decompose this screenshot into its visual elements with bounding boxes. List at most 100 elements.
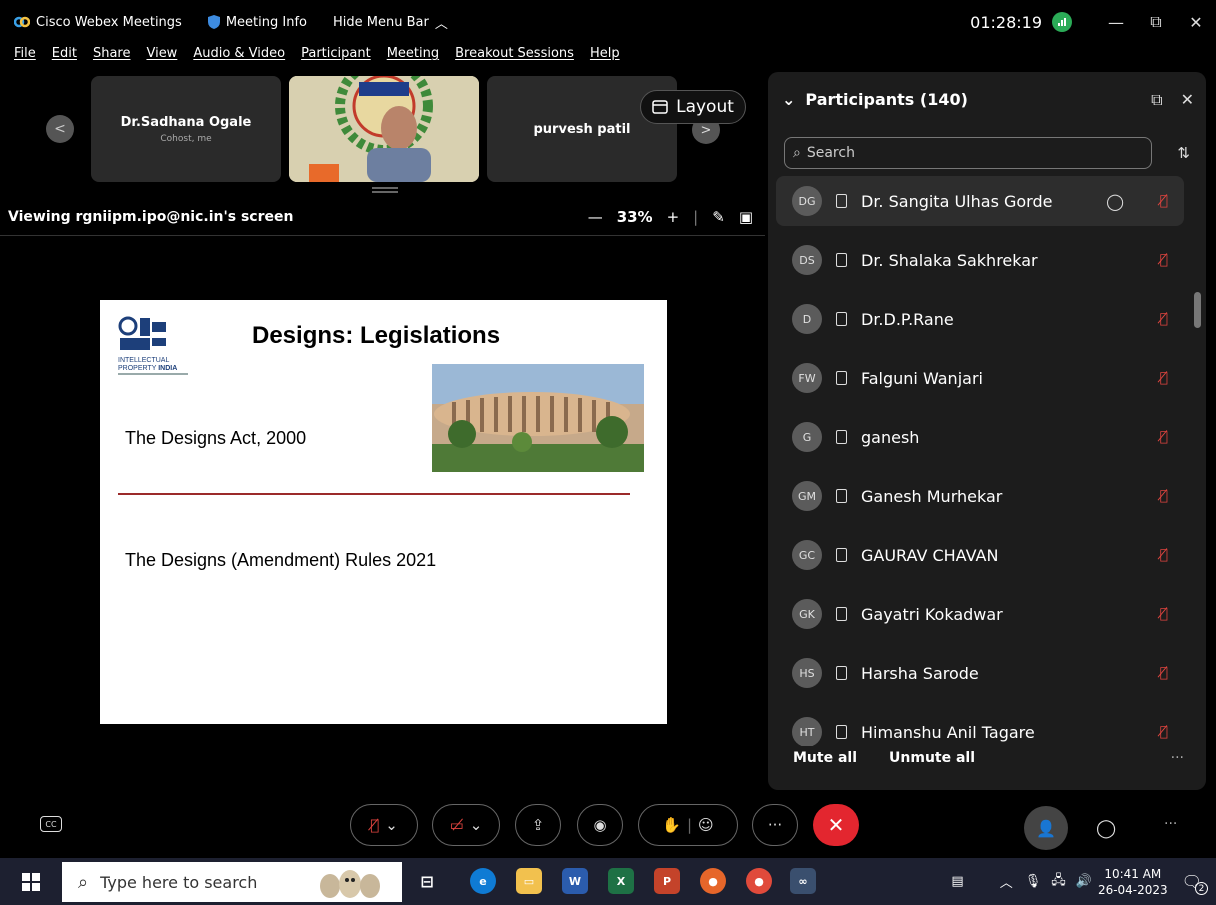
participant-row[interactable]: GK Gayatri Kokadwar 🎙̸ (776, 589, 1184, 639)
closed-captions-icon[interactable]: CC (40, 816, 62, 832)
menu-share[interactable]: Share (93, 46, 131, 68)
notification-icon[interactable]: 🗨 2 (1182, 872, 1208, 895)
raise-hand-icon[interactable]: ✋ (662, 816, 681, 834)
share-button[interactable]: ⇪ (515, 804, 561, 846)
popout-icon[interactable]: ⧉ (1151, 90, 1162, 110)
unmute-all-button[interactable]: Unmute all (889, 750, 975, 766)
muted-mic-icon[interactable]: 🎙̸ (1160, 429, 1168, 445)
more-options-icon[interactable]: ··· (1171, 750, 1184, 766)
reactions-group[interactable]: ✋ | ☺ (638, 804, 738, 846)
chat-button[interactable]: ◯ (1096, 818, 1116, 839)
menu-participant[interactable]: Participant (301, 46, 371, 68)
muted-mic-icon[interactable]: 🎙̸ (1160, 724, 1168, 740)
microphone-icon[interactable]: 🎙 (1025, 874, 1042, 889)
muted-mic-icon[interactable]: 🎙̸ (1160, 606, 1168, 622)
menu-view[interactable]: View (146, 46, 177, 68)
hide-menu-bar-button[interactable]: Hide Menu Bar ︿ (333, 13, 448, 32)
menu-help[interactable]: Help (590, 46, 620, 68)
participant-tile[interactable]: Dr.Sadhana Ogale Cohost, me (91, 76, 281, 182)
record-button[interactable]: ◉ (577, 804, 623, 846)
menu-audio-video[interactable]: Audio & Video (193, 46, 285, 68)
zoom-level: 33% (616, 207, 653, 226)
mute-all-button[interactable]: Mute all (793, 750, 857, 766)
muted-mic-icon[interactable]: 🎙̸ (1160, 488, 1168, 504)
viewing-label: Viewing rgniipm.ipo@nic.in's screen (8, 208, 294, 225)
powerpoint-icon[interactable]: P (654, 868, 680, 894)
layout-label: Layout (676, 97, 734, 117)
muted-mic-icon[interactable]: 🎙̸ (1160, 665, 1168, 681)
meeting-timer: 01:28:19 (970, 12, 1042, 32)
meeting-info-button[interactable]: Meeting Info (207, 15, 307, 30)
clock-widget[interactable]: 10:41 AM 26-04-2023 (1098, 866, 1168, 898)
layout-button[interactable]: Layout (640, 90, 746, 124)
strip-resize-handle[interactable] (372, 187, 398, 193)
chevron-up-icon[interactable]: ︿ (1000, 872, 1013, 891)
participants-scrollbar[interactable] (1192, 180, 1204, 740)
tile-name: purvesh patil (533, 121, 631, 137)
zoom-in-button[interactable]: + (667, 208, 680, 226)
divider: | (686, 816, 693, 834)
participant-row[interactable]: G ganesh 🎙̸ (776, 412, 1184, 462)
more-icon: ··· (767, 816, 783, 834)
menu-breakout-sessions[interactable]: Breakout Sessions (455, 46, 574, 68)
file-explorer-icon[interactable]: ▭ (516, 868, 542, 894)
leave-meeting-button[interactable]: ✕ (813, 804, 859, 846)
edge-browser-icon[interactable]: e (470, 868, 496, 894)
more-options-button[interactable]: ··· (752, 804, 798, 846)
more-panels-button[interactable]: ··· (1164, 816, 1177, 832)
zoom-out-button[interactable]: — (588, 208, 603, 226)
device-icon (836, 666, 847, 680)
tile-name: Dr.Sadhana Ogale (120, 114, 252, 130)
muted-mic-icon[interactable]: 🎙̸ (1160, 252, 1168, 268)
news-widget-icon[interactable]: ▤ (951, 874, 963, 889)
firefox-icon[interactable]: ● (700, 868, 726, 894)
slide-line-rules: The Designs (Amendment) Rules 2021 (125, 550, 437, 570)
muted-mic-icon: 🎙̸ (370, 816, 380, 834)
menu-meeting[interactable]: Meeting (387, 46, 439, 68)
close-panel-icon[interactable]: ✕ (1181, 90, 1194, 110)
participant-row[interactable]: FW Falguni Wanjari 🎙̸ (776, 353, 1184, 403)
task-view-icon[interactable]: ⊟ (414, 868, 440, 894)
screen-options-icon[interactable]: ▣ (739, 208, 753, 226)
muted-mic-icon[interactable]: 🎙̸ (1160, 370, 1168, 386)
meeting-controls: CC 🎙̸ ⌄ ▭̸ ⌄ ⇪ ◉ ✋ | ☺ ··· ✕ 👤 ◯ ··· (0, 796, 1216, 856)
word-icon[interactable]: W (562, 868, 588, 894)
close-window-button[interactable]: ✕ (1176, 13, 1216, 32)
device-icon (836, 194, 847, 208)
participant-row[interactable]: DS Dr. Shalaka Sakhrekar 🎙̸ (776, 235, 1184, 285)
strip-prev-button[interactable]: < (46, 115, 74, 143)
reactions-icon[interactable]: ☺ (698, 816, 714, 834)
minimize-button[interactable]: — (1096, 13, 1136, 32)
share-icon: ⇪ (531, 816, 545, 834)
participant-search-input[interactable]: ⌕ Search (784, 137, 1152, 169)
active-speaker-video[interactable] (289, 76, 479, 182)
volume-icon[interactable]: 🔊 (1076, 874, 1092, 889)
restore-button[interactable]: ⧉ (1136, 12, 1176, 32)
scrollbar-thumb[interactable] (1194, 292, 1201, 328)
network-icon[interactable]: 🖧 (1051, 871, 1066, 893)
webex-taskbar-icon[interactable]: ∞ (790, 868, 816, 894)
participants-toggle-button[interactable]: 👤 (1024, 806, 1068, 850)
participant-row[interactable]: GM Ganesh Murhekar 🎙̸ (776, 471, 1184, 521)
muted-mic-icon[interactable]: 🎙̸ (1160, 547, 1168, 563)
mute-button[interactable]: 🎙̸ ⌄ (350, 804, 418, 846)
participants-header[interactable]: ⌄ Participants (140) (782, 90, 968, 109)
taskbar-search-input[interactable]: ⌕ Type here to search (62, 862, 402, 902)
menu-file[interactable]: File (14, 46, 36, 68)
chrome-icon[interactable]: ● (746, 868, 772, 894)
participant-row[interactable]: HT Himanshu Anil Tagare 🎙̸ (776, 707, 1184, 746)
speaker-video-image (289, 76, 479, 182)
muted-mic-icon[interactable]: 🎙̸ (1160, 311, 1168, 327)
participant-row[interactable]: GC GAURAV CHAVAN 🎙̸ (776, 530, 1184, 580)
annotate-icon[interactable]: ✎ (712, 208, 725, 226)
excel-icon[interactable]: X (608, 868, 634, 894)
muted-mic-icon[interactable]: 🎙̸ (1160, 193, 1168, 209)
sort-icon[interactable]: ⇅ (1177, 144, 1190, 162)
chat-icon[interactable]: ◯ (1106, 192, 1124, 211)
start-video-button[interactable]: ▭̸ ⌄ (432, 804, 500, 846)
participant-row[interactable]: HS Harsha Sarode 🎙̸ (776, 648, 1184, 698)
participant-row[interactable]: D Dr.D.P.Rane 🎙̸ (776, 294, 1184, 344)
menu-edit[interactable]: Edit (52, 46, 77, 68)
windows-start-icon[interactable] (22, 873, 40, 891)
participant-row[interactable]: DG Dr. Sangita Ulhas Gorde ◯ 🎙̸ (776, 176, 1184, 226)
